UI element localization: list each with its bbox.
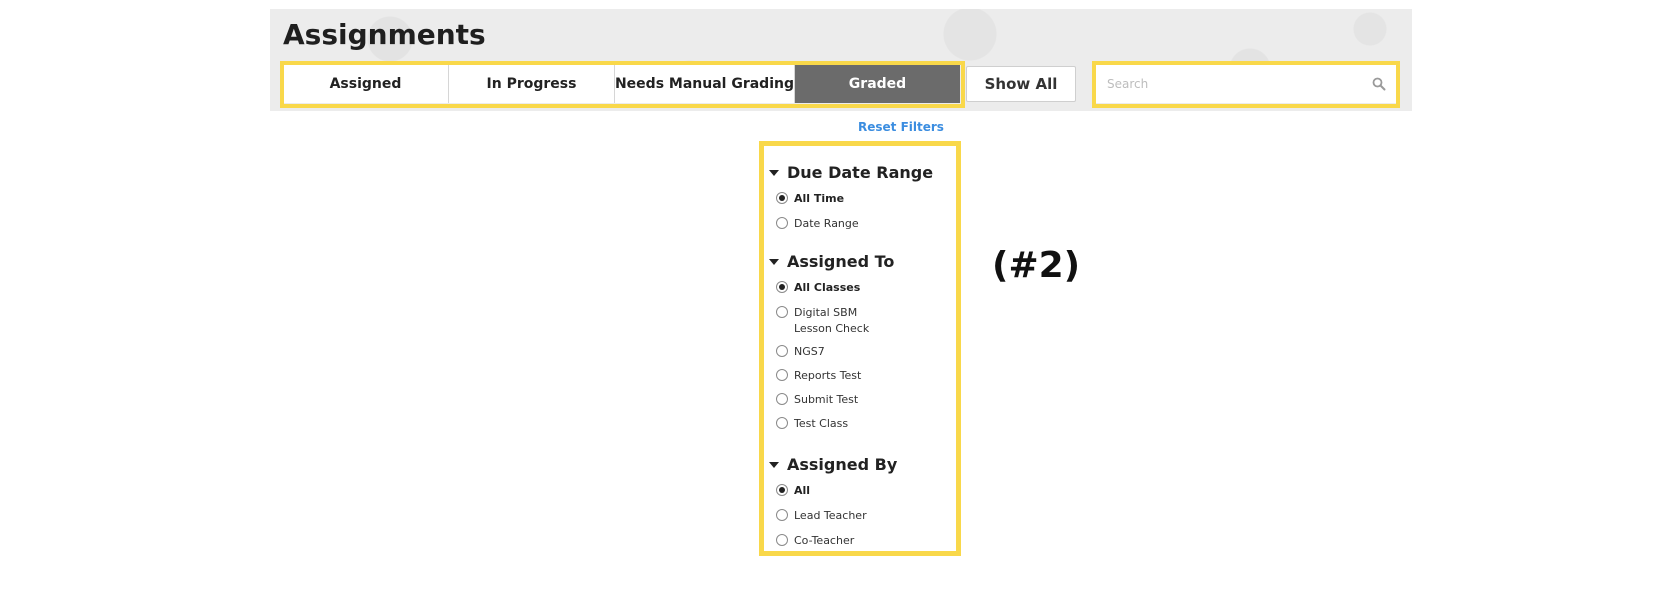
radio-option-all-classes[interactable]: All Classes [776, 280, 860, 296]
search-input[interactable] [1096, 68, 1359, 100]
section-title-label: Assigned By [787, 455, 898, 474]
option-label: All Classes [794, 281, 861, 294]
radio-option-all-time[interactable]: All Time [776, 191, 844, 207]
option-label: NGS7 [794, 345, 825, 358]
radio-unselected-icon [776, 393, 788, 405]
annotation-label: (#2) [992, 245, 1081, 286]
option-label: Lead Teacher [794, 509, 867, 522]
option-label: All Time [794, 192, 845, 205]
option-label: Submit Test [794, 393, 859, 406]
option-label: Digital SBM Lesson Check [794, 306, 870, 335]
radio-unselected-icon [776, 369, 788, 381]
radio-selected-icon [776, 192, 788, 204]
radio-selected-icon [776, 281, 788, 293]
radio-unselected-icon [776, 345, 788, 357]
tab-needs-manual-grading[interactable]: Needs Manual Grading [614, 65, 795, 103]
option-label: Test Class [794, 417, 849, 430]
radio-option-reports-test[interactable]: Reports Test [776, 368, 861, 384]
option-label: Reports Test [794, 369, 862, 382]
radio-unselected-icon [776, 217, 788, 229]
radio-option-test-class[interactable]: Test Class [776, 416, 848, 432]
radio-option-digital-sbm-lesson-check[interactable]: Digital SBM Lesson Check [776, 305, 894, 337]
radio-unselected-icon [776, 509, 788, 521]
option-label: Co-Teacher [794, 534, 855, 547]
page-title: Assignments [283, 18, 486, 51]
radio-option-ngs7[interactable]: NGS7 [776, 344, 825, 360]
radio-option-all[interactable]: All [776, 483, 810, 499]
search-box [1096, 65, 1396, 103]
radio-unselected-icon [776, 417, 788, 429]
filter-section-assigned-to[interactable]: Assigned To [769, 252, 894, 271]
search-icon[interactable] [1372, 77, 1386, 91]
filter-section-assigned-by[interactable]: Assigned By [769, 455, 897, 474]
radio-selected-icon [776, 484, 788, 496]
reset-filters-link[interactable]: Reset Filters [858, 120, 944, 134]
option-label: Date Range [794, 217, 859, 230]
section-title-label: Due Date Range [787, 163, 934, 182]
tab-assigned[interactable]: Assigned [283, 65, 449, 103]
section-title-label: Assigned To [787, 252, 895, 271]
option-label: All [794, 484, 811, 497]
caret-down-icon [769, 461, 779, 468]
status-tab-group: Assigned In Progress Needs Manual Gradin… [283, 65, 960, 103]
radio-option-date-range[interactable]: Date Range [776, 216, 859, 232]
tab-in-progress[interactable]: In Progress [448, 65, 615, 103]
caret-down-icon [769, 169, 779, 176]
radio-unselected-icon [776, 534, 788, 546]
tab-graded[interactable]: Graded [795, 65, 960, 103]
show-all-button[interactable]: Show All [966, 66, 1076, 102]
radio-option-co-teacher[interactable]: Co-Teacher [776, 533, 854, 549]
caret-down-icon [769, 258, 779, 265]
filter-section-due-date-range[interactable]: Due Date Range [769, 163, 933, 182]
radio-unselected-icon [776, 306, 788, 318]
radio-option-submit-test[interactable]: Submit Test [776, 392, 858, 408]
radio-option-lead-teacher[interactable]: Lead Teacher [776, 508, 867, 524]
